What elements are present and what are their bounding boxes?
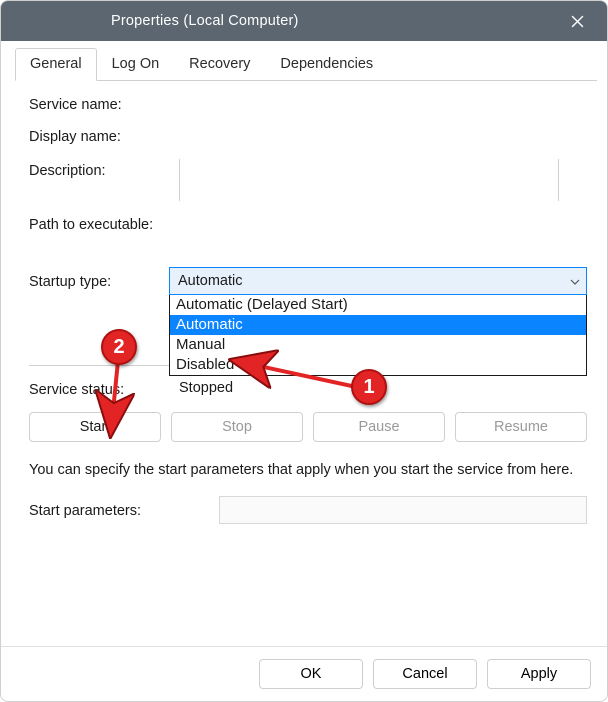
startup-type-value: Automatic <box>178 273 242 289</box>
description-label: Description: <box>29 159 179 179</box>
tab-recovery[interactable]: Recovery <box>174 48 265 81</box>
start-button[interactable]: Start <box>29 412 161 442</box>
option-automatic[interactable]: Automatic <box>170 315 586 335</box>
resume-button: Resume <box>455 412 587 442</box>
titlebar: Properties (Local Computer) <box>1 1 607 41</box>
close-button[interactable] <box>555 1 599 41</box>
description-box <box>179 159 559 201</box>
general-panel: Service name: Display name: Description:… <box>1 81 607 646</box>
chevron-down-icon <box>570 273 580 289</box>
service-name-label: Service name: <box>29 95 179 113</box>
window-title: Properties (Local Computer) <box>1 13 555 29</box>
annotation-badge-2: 2 <box>101 329 137 365</box>
path-label: Path to executable: <box>29 215 153 233</box>
option-manual[interactable]: Manual <box>170 335 586 355</box>
start-parameters-label: Start parameters: <box>29 501 219 519</box>
ok-button[interactable]: OK <box>259 659 363 689</box>
stop-button: Stop <box>171 412 303 442</box>
tab-general[interactable]: General <box>15 48 97 81</box>
cancel-button[interactable]: Cancel <box>373 659 477 689</box>
option-automatic-delayed[interactable]: Automatic (Delayed Start) <box>170 295 586 315</box>
option-disabled[interactable]: Disabled <box>170 355 586 375</box>
start-parameters-hint: You can specify the start parameters tha… <box>29 460 587 482</box>
tabs: General Log On Recovery Dependencies <box>1 41 607 81</box>
service-status-label: Service status: <box>29 380 179 398</box>
pause-button: Pause <box>313 412 445 442</box>
display-name-label: Display name: <box>29 127 179 145</box>
apply-button[interactable]: Apply <box>487 659 591 689</box>
properties-dialog: Properties (Local Computer) General Log … <box>0 0 608 702</box>
close-icon <box>571 15 584 28</box>
tab-dependencies[interactable]: Dependencies <box>265 48 388 81</box>
tab-log-on[interactable]: Log On <box>97 48 175 81</box>
dialog-footer: OK Cancel Apply <box>1 646 607 701</box>
startup-type-label: Startup type: <box>29 272 169 290</box>
start-parameters-input[interactable] <box>219 496 587 524</box>
startup-type-dropdown: Automatic (Delayed Start) Automatic Manu… <box>169 295 587 376</box>
startup-type-select[interactable]: Automatic <box>169 267 587 295</box>
service-status-value: Stopped <box>179 380 233 398</box>
